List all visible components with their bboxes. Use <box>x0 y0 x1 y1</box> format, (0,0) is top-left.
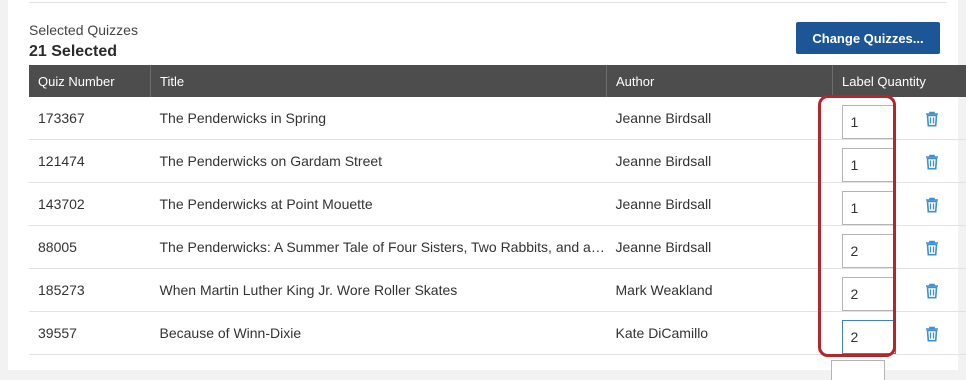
table-row: 185273When Martin Luther King Jr. Wore R… <box>29 269 966 312</box>
table-row: 121474The Penderwicks on Gardam StreetJe… <box>29 140 966 183</box>
author-cell: Jeanne Birdsall <box>607 97 833 140</box>
change-quizzes-button[interactable]: Change Quizzes... <box>796 22 940 54</box>
title-cell: The Penderwicks: A Summer Tale of Four S… <box>151 226 607 269</box>
trash-icon[interactable] <box>925 326 939 342</box>
label-quantity-input[interactable] <box>842 191 896 225</box>
divider <box>29 2 947 3</box>
column-header-title: Title <box>151 65 607 97</box>
quiz-table: Quiz Number Title Author Label Quantity … <box>29 65 966 355</box>
author-cell: Mark Weakland <box>607 269 833 312</box>
author-cell: Jeanne Birdsall <box>607 183 833 226</box>
title-cell: The Penderwicks on Gardam Street <box>151 140 607 183</box>
table-row: 173367The Penderwicks in SpringJeanne Bi… <box>29 97 966 140</box>
label-quantity-cell <box>833 269 966 312</box>
title-cell: The Penderwicks at Point Mouette <box>151 183 607 226</box>
trash-icon[interactable] <box>925 240 939 256</box>
title-cell: Because of Winn-Dixie <box>151 312 607 355</box>
label-quantity-input[interactable] <box>842 277 896 311</box>
quiz-number-cell: 88005 <box>29 226 151 269</box>
trash-icon[interactable] <box>925 111 939 127</box>
trash-icon[interactable] <box>925 197 939 213</box>
label-quantity-input[interactable] <box>831 360 885 380</box>
label-quantity-cell <box>833 312 966 355</box>
trash-icon[interactable] <box>925 283 939 299</box>
quiz-number-cell: 143702 <box>29 183 151 226</box>
table-row-partial <box>29 356 940 370</box>
table-row: 39557Because of Winn-DixieKate DiCamillo <box>29 312 966 355</box>
quiz-number-cell: 173367 <box>29 97 151 140</box>
table-row: 143702The Penderwicks at Point MouetteJe… <box>29 183 966 226</box>
quiz-number-cell: 185273 <box>29 269 151 312</box>
label-quantity-input[interactable] <box>842 234 896 268</box>
selected-count: 21 Selected <box>29 43 117 61</box>
label-quantity-input[interactable] <box>842 320 896 354</box>
label-quantity-input[interactable] <box>842 105 896 139</box>
author-cell: Kate DiCamillo <box>607 312 833 355</box>
table-header-row: Quiz Number Title Author Label Quantity <box>29 65 966 97</box>
label-quantity-cell <box>833 183 966 226</box>
title-cell: The Penderwicks in Spring <box>151 97 607 140</box>
column-header-quiz-number: Quiz Number <box>29 65 151 97</box>
column-header-label-quantity: Label Quantity <box>833 65 966 97</box>
author-cell: Jeanne Birdsall <box>607 226 833 269</box>
quiz-number-cell: 39557 <box>29 312 151 355</box>
label-quantity-cell <box>833 226 966 269</box>
label-quantity-cell <box>833 97 966 140</box>
table-row: 88005The Penderwicks: A Summer Tale of F… <box>29 226 966 269</box>
selected-quizzes-panel: Selected Quizzes 21 Selected Change Quiz… <box>8 0 958 370</box>
selected-quizzes-label: Selected Quizzes <box>29 22 138 38</box>
label-quantity-cell <box>833 140 966 183</box>
quiz-number-cell: 121474 <box>29 140 151 183</box>
column-header-author: Author <box>607 65 833 97</box>
trash-icon[interactable] <box>925 154 939 170</box>
title-cell: When Martin Luther King Jr. Wore Roller … <box>151 269 607 312</box>
author-cell: Jeanne Birdsall <box>607 140 833 183</box>
label-quantity-input[interactable] <box>842 148 896 182</box>
